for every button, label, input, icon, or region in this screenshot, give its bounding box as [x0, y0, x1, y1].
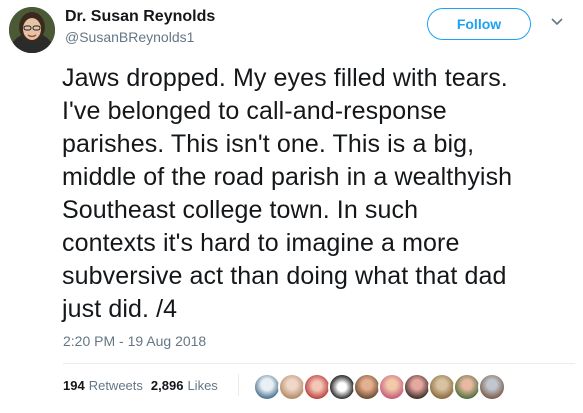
author-avatar[interactable]: [9, 7, 55, 53]
chevron-down-icon[interactable]: [550, 14, 564, 28]
author-name[interactable]: Dr. Susan Reynolds: [65, 8, 215, 26]
divider: [63, 363, 575, 364]
liker-avatar[interactable]: [303, 373, 331, 401]
follow-button[interactable]: Follow: [427, 8, 531, 40]
liker-avatar[interactable]: [378, 373, 406, 401]
liker-avatar[interactable]: [253, 373, 281, 401]
liker-avatar[interactable]: [278, 373, 306, 401]
retweets-stat[interactable]: 194 Retweets: [63, 378, 143, 393]
liker-avatar[interactable]: [453, 373, 481, 401]
retweets-label: Retweets: [88, 378, 143, 393]
likes-stat[interactable]: 2,896 Likes: [151, 378, 218, 393]
tweet-stats: 194 Retweets 2,896 Likes: [63, 378, 218, 393]
liker-avatar[interactable]: [328, 373, 356, 401]
likes-label: Likes: [187, 378, 218, 393]
tweet-timestamp[interactable]: 2:20 PM - 19 Aug 2018: [63, 333, 206, 349]
likes-count: 2,896: [150, 378, 184, 393]
liker-avatar[interactable]: [478, 373, 506, 401]
liker-avatar[interactable]: [353, 373, 381, 401]
stats-separator: [238, 374, 239, 396]
retweets-count: 194: [63, 378, 85, 393]
tweet-text: Jaws dropped. My eyes filled with tears.…: [62, 64, 513, 323]
liker-avatars: [253, 373, 506, 401]
liker-avatar[interactable]: [428, 373, 456, 401]
liker-avatar[interactable]: [403, 373, 431, 401]
author-handle[interactable]: @SusanBReynolds1: [65, 29, 194, 45]
